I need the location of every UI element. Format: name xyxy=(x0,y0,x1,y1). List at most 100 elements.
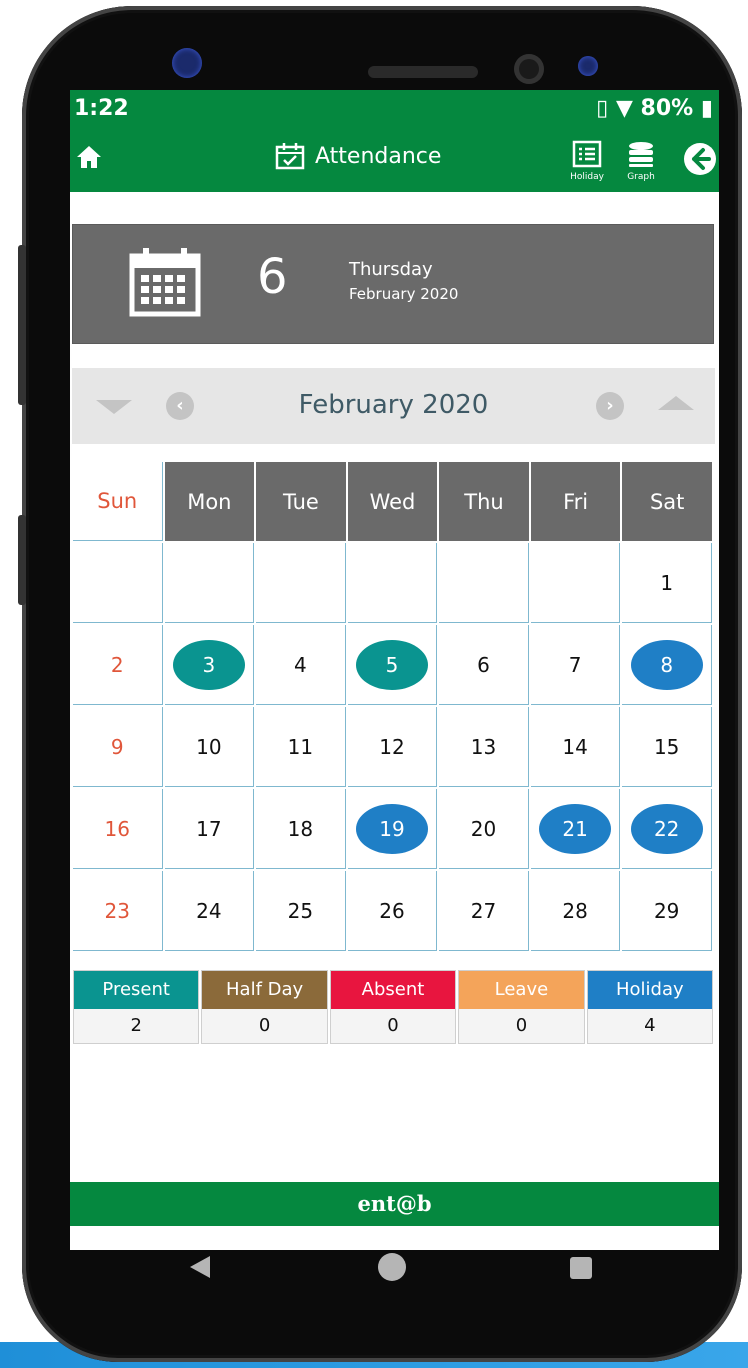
day-number: 6 xyxy=(477,652,490,677)
summary-leave: Leave 0 xyxy=(458,970,585,1044)
calendar-day-cell[interactable]: 24 xyxy=(164,871,255,951)
calendar-empty-cell xyxy=(256,543,346,623)
calendar-empty-cell xyxy=(164,543,255,623)
holiday-day-badge: 22 xyxy=(630,803,703,854)
weekday-header-row: Sun Mon Tue Wed Thu Fri Sat xyxy=(73,462,712,541)
calendar-grid: Sun Mon Tue Wed Thu Fri Sat 1 2 3 4 5 6 7 8 9 10 1… xyxy=(71,460,714,953)
home-icon[interactable] xyxy=(76,144,102,170)
battery-icon: ▮ xyxy=(700,96,713,121)
day-number: 2 xyxy=(110,652,124,677)
selected-weekday: Thursday xyxy=(349,259,433,280)
calendar-day-cell[interactable]: 3 xyxy=(164,625,255,705)
title-label: Attendance xyxy=(315,143,442,169)
calendar-day-cell[interactable]: 18 xyxy=(256,789,346,869)
calendar-day-cell[interactable]: 8 xyxy=(622,625,712,705)
day-number: 14 xyxy=(562,734,588,759)
calendar-week-row: 2 3 4 5 6 7 8 xyxy=(73,625,712,705)
day-number: 16 xyxy=(104,816,130,841)
calendar-day-cell[interactable]: 2 xyxy=(73,625,163,705)
day-number: 28 xyxy=(562,898,588,923)
calendar-day-cell[interactable]: 17 xyxy=(164,789,255,869)
calendar-day-cell[interactable]: 25 xyxy=(256,871,346,951)
collapse-up-icon[interactable] xyxy=(658,396,694,410)
present-day-badge: 5 xyxy=(355,639,428,690)
brand-logo: ent@b xyxy=(357,1191,432,1216)
calendar-week-row: 16 17 18 19 20 21 22 xyxy=(73,789,712,869)
app-screen: 1:22 ▯ ▼ 80% ▮ Attendance Holiday Graph … xyxy=(70,90,719,1250)
calendar-day-cell[interactable]: 12 xyxy=(347,707,438,787)
summary-absent: Absent 0 xyxy=(329,970,457,1044)
calendar-week-row: 23 24 25 26 27 28 29 xyxy=(73,871,712,951)
page-title: Attendance xyxy=(275,142,441,170)
calendar-icon xyxy=(129,248,201,317)
calendar-day-cell[interactable]: 19 xyxy=(347,789,438,869)
power-button xyxy=(18,515,26,605)
day-number: 25 xyxy=(287,898,314,923)
next-month-icon[interactable]: › xyxy=(596,392,624,420)
calendar-day-cell[interactable]: 10 xyxy=(164,707,255,787)
calendar-day-cell[interactable]: 28 xyxy=(530,871,621,951)
calendar-day-cell[interactable]: 13 xyxy=(439,707,529,787)
day-number: 12 xyxy=(379,734,405,759)
calendar-day-cell[interactable]: 11 xyxy=(256,707,346,787)
calendar-day-cell[interactable]: 7 xyxy=(530,625,621,705)
nav-back-icon[interactable] xyxy=(190,1256,210,1278)
calendar-day-cell[interactable]: 1 xyxy=(622,543,712,623)
nav-home-icon[interactable] xyxy=(378,1253,406,1281)
calendar-day-cell[interactable]: 29 xyxy=(622,871,712,951)
calendar-day-cell[interactable]: 4 xyxy=(256,625,346,705)
calendar-day-cell[interactable]: 22 xyxy=(622,789,712,869)
day-number: 26 xyxy=(379,898,405,923)
holiday-label: Holiday xyxy=(570,172,604,182)
calendar-week-row: 9 10 11 12 13 14 15 xyxy=(73,707,712,787)
calendar-empty-cell xyxy=(439,543,529,623)
calendar-day-cell[interactable]: 20 xyxy=(439,789,529,869)
holiday-day-badge: 8 xyxy=(630,639,703,690)
weekday-header: Mon xyxy=(164,462,255,541)
volume-button xyxy=(18,245,26,405)
holiday-list-icon xyxy=(572,140,602,168)
day-number: 15 xyxy=(653,734,680,759)
calendar-empty-cell xyxy=(347,543,438,623)
summary-half-day: Half Day 0 xyxy=(201,970,328,1044)
day-number: 29 xyxy=(653,898,680,923)
calendar-day-cell[interactable]: 9 xyxy=(73,707,163,787)
back-arrow-icon[interactable] xyxy=(683,142,717,176)
weekday-header: Wed xyxy=(347,462,438,541)
weekday-header: Tue xyxy=(256,462,346,541)
calendar-navigation: ‹ February 2020 › xyxy=(72,368,715,444)
summary-half-day-value: 0 xyxy=(202,1009,327,1043)
calendar-day-cell[interactable]: 14 xyxy=(530,707,621,787)
summary-leave-value: 0 xyxy=(459,1009,584,1043)
summary-absent-value: 0 xyxy=(330,1009,456,1043)
calendar-day-cell[interactable]: 16 xyxy=(73,789,163,869)
day-number: 1 xyxy=(660,570,674,595)
day-number: 13 xyxy=(470,734,497,759)
summary-present: Present 2 xyxy=(73,970,200,1044)
weekday-header: Thu xyxy=(439,462,529,541)
attendance-summary: Present 2 Half Day 0 Absent 0 Leave 0 Ho… xyxy=(73,970,714,1044)
brand-footer: ent@b xyxy=(70,1182,719,1226)
holiday-button[interactable]: Holiday xyxy=(562,140,612,184)
weekday-header: Fri xyxy=(530,462,621,541)
holiday-day-badge: 21 xyxy=(539,803,612,854)
calendar-day-cell[interactable]: 27 xyxy=(439,871,529,951)
day-number: 4 xyxy=(294,652,307,677)
calendar-day-cell[interactable]: 21 xyxy=(530,789,621,869)
graph-button[interactable]: Graph xyxy=(616,140,666,184)
nav-recents-icon[interactable] xyxy=(570,1257,592,1279)
summary-holiday-value: 4 xyxy=(587,1009,713,1043)
vibrate-icon: ▯ xyxy=(596,96,609,121)
summary-leave-label: Leave xyxy=(459,971,584,1009)
status-time: 1:22 xyxy=(74,96,129,121)
day-number: 24 xyxy=(196,898,222,923)
calendar-day-cell[interactable]: 6 xyxy=(439,625,529,705)
present-day-badge: 3 xyxy=(172,639,245,690)
calendar-day-cell[interactable]: 5 xyxy=(347,625,438,705)
calendar-day-cell[interactable]: 15 xyxy=(622,707,712,787)
graph-label: Graph xyxy=(627,172,655,182)
day-number: 18 xyxy=(287,816,314,841)
database-graph-icon xyxy=(629,142,653,167)
calendar-day-cell[interactable]: 26 xyxy=(347,871,438,951)
calendar-day-cell[interactable]: 23 xyxy=(73,871,163,951)
